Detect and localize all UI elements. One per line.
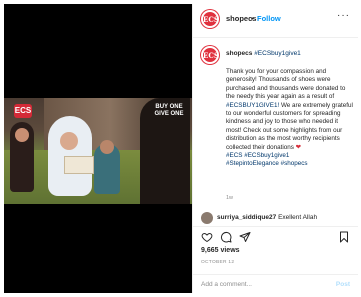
commenter-username[interactable]: surriya_siddique27 — [217, 214, 276, 221]
caption-timestamp[interactable]: 1w — [226, 195, 233, 201]
post-video[interactable]: ECS BUY ONE GIVE ONE — [4, 4, 192, 293]
save-bookmark-icon[interactable] — [338, 231, 350, 243]
post-side-panel: ECS shopecs • Follow ··· ECS shopecs #EC… — [192, 4, 358, 293]
caption-avatar[interactable]: ECS — [201, 46, 219, 64]
heart-emoji-icon: ❤ — [295, 143, 301, 151]
view-count[interactable]: 9,665 views — [201, 247, 240, 254]
instagram-post: ECS BUY ONE GIVE ONE ECS shopecs • Follo… — [0, 0, 361, 297]
buy-one-give-one-overlay: BUY ONE GIVE ONE — [154, 104, 184, 117]
post-comment-button[interactable]: Post — [336, 281, 350, 288]
share-icon[interactable] — [239, 231, 251, 243]
comment-content: Exellent Allah — [278, 214, 318, 221]
commenter-avatar[interactable] — [201, 212, 213, 224]
comment-text: surriya_siddique27 Exellent Allah — [217, 214, 317, 221]
person-left — [10, 122, 34, 192]
caption-header: shopecs #ECSbuy1give1 — [226, 50, 301, 57]
more-options-icon[interactable]: ··· — [337, 10, 350, 21]
follow-button[interactable]: Follow — [257, 14, 281, 23]
add-comment-input[interactable]: Add a comment... — [201, 281, 252, 288]
caption-body: Thank you for your compassion and genero… — [226, 68, 354, 169]
profile-avatar[interactable]: ECS — [201, 10, 219, 28]
video-frame: ECS BUY ONE GIVE ONE — [4, 98, 192, 204]
caption-inline-hashtag[interactable]: #ECSBUY1GIVE1! — [226, 102, 279, 109]
heart-icon[interactable] — [201, 231, 213, 243]
comment-icon[interactable] — [220, 231, 232, 243]
comment-row: surriya_siddique27 Exellent Allah — [193, 212, 358, 226]
caption-username[interactable]: shopecs — [226, 50, 252, 57]
post-header: ECS shopecs • Follow ··· — [193, 4, 358, 38]
post-date[interactable]: OCTOBER 12 — [201, 260, 234, 265]
caption: ECS shopecs #ECSbuy1give1 Thank you for … — [193, 42, 358, 210]
caption-tags-2[interactable]: #StepintoElegance #shopecs — [226, 160, 308, 167]
caption-text-start: Thank you for your compassion and genero… — [226, 68, 346, 101]
caption-tags-1[interactable]: #ECS #ECSbuy1give1 — [226, 152, 289, 159]
caption-hashtag[interactable]: #ECSbuy1give1 — [254, 50, 301, 57]
add-comment-bar: Add a comment... Post — [193, 274, 358, 293]
ecs-logo-overlay: ECS — [14, 104, 32, 118]
child-seated — [94, 140, 120, 194]
separator-dot: • — [251, 14, 254, 23]
shoe-box — [64, 156, 94, 174]
